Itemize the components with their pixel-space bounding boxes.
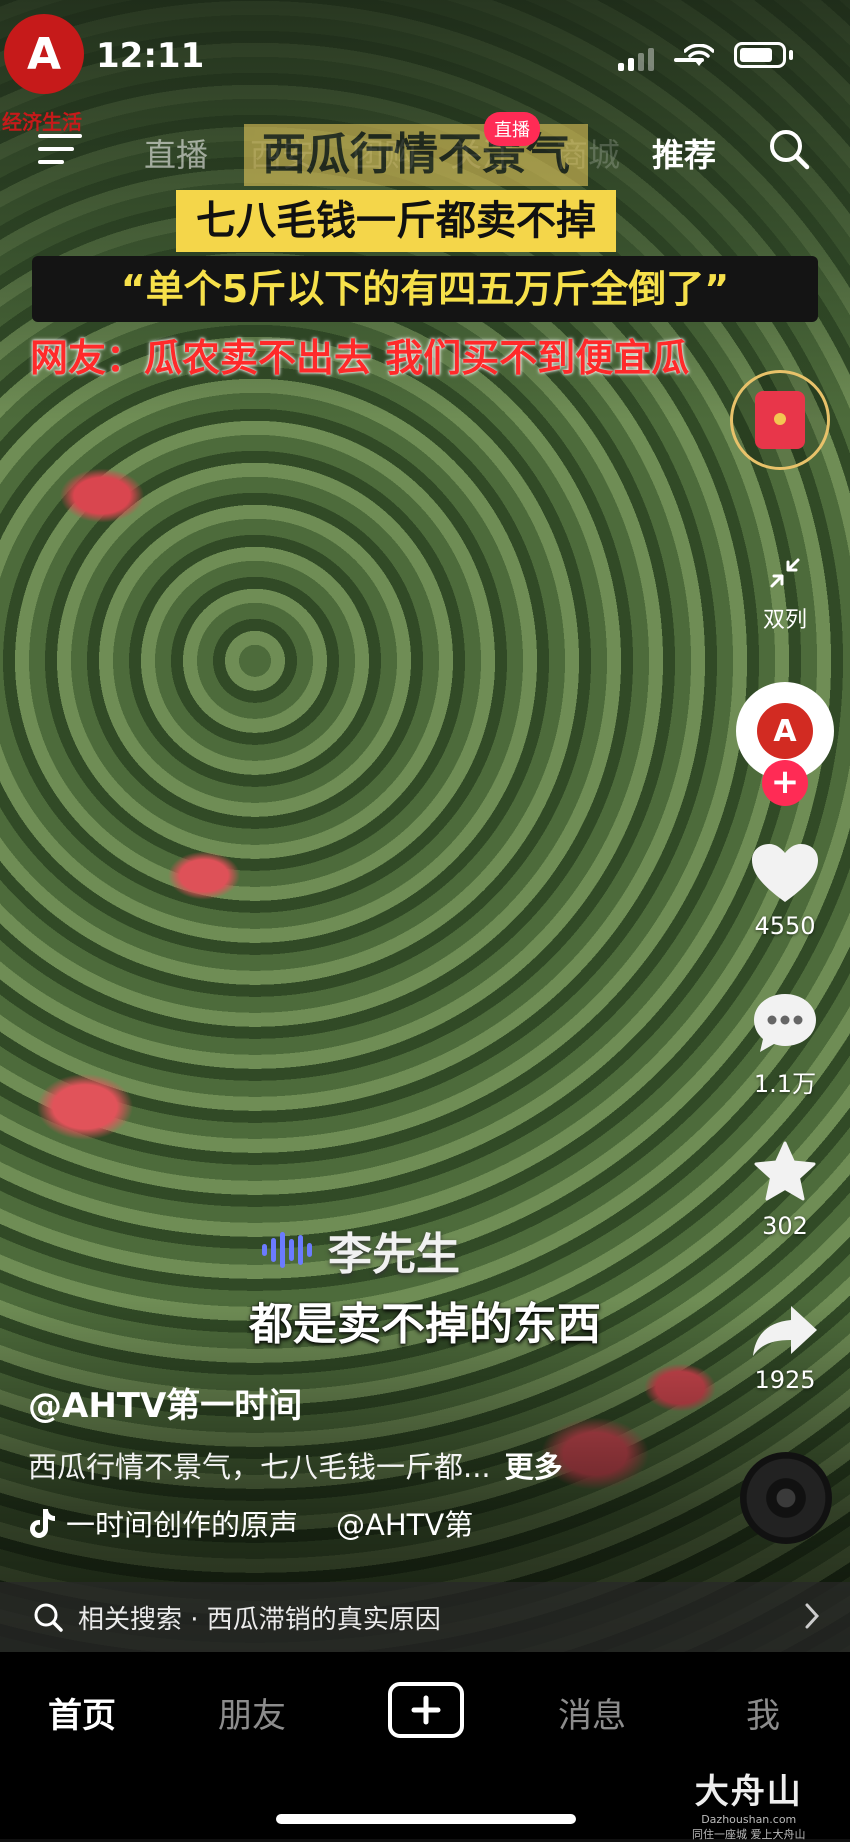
music-line[interactable]: 一时间创作的原声 @AHTV第 <box>28 1502 473 1544</box>
channel-logo-icon: A <box>4 14 84 94</box>
comment-count: 1.1万 <box>753 1070 817 1098</box>
collapse-arrows-icon <box>770 558 800 588</box>
nav-tab-5[interactable]: 推荐 <box>652 130 716 176</box>
speaker-name: 李先生 <box>328 1229 460 1280</box>
dual-column-button[interactable]: 双列 <box>740 554 830 634</box>
related-search-bar[interactable]: 相关搜索 · 西瓜滞销的真实原因 <box>0 1582 850 1652</box>
more-link[interactable]: 更多 <box>505 1450 563 1484</box>
menu-icon[interactable] <box>38 134 82 168</box>
watermark-slogan: 同住一座城 爱上大舟山 <box>692 1828 806 1841</box>
status-bar: A 经济生活 12:11 <box>0 0 850 134</box>
share-count: 1925 <box>754 1366 816 1394</box>
music-title: 一时间创作的原声 <box>66 1508 299 1542</box>
tab-friends[interactable]: 朋友 <box>218 1688 286 1737</box>
cellular-signal-icon <box>618 48 654 71</box>
video-subtitle: 都是卖不掉的东西 <box>249 1299 601 1350</box>
voice-wave-icon <box>262 1232 312 1268</box>
live-badge[interactable]: 直播 <box>484 112 540 146</box>
plus-icon <box>411 1695 441 1725</box>
caption-quote: “单个5斤以下的有四五万斤全倒了” <box>32 256 818 322</box>
like-count: 4550 <box>754 912 816 940</box>
watermark-url: Dazhoushan.com <box>701 1813 797 1826</box>
favorite-button[interactable]: 302 <box>740 1140 830 1240</box>
chevron-right-icon <box>805 1603 820 1629</box>
tab-me[interactable]: 我 <box>746 1688 780 1737</box>
author-logo-icon: A <box>757 703 813 759</box>
home-indicator <box>276 1814 576 1824</box>
follow-button[interactable]: + <box>762 760 808 806</box>
comment-icon <box>754 994 816 1052</box>
create-post-button[interactable] <box>388 1682 464 1738</box>
related-search-text: 相关搜索 · 西瓜滞销的真实原因 <box>78 1604 441 1635</box>
active-tab-indicator <box>674 58 704 62</box>
music-author: @AHTV第 <box>336 1508 474 1542</box>
dual-column-label: 双列 <box>762 608 807 633</box>
tab-messages[interactable]: 消息 <box>558 1688 626 1737</box>
status-time: 12:11 <box>96 36 205 76</box>
search-icon[interactable] <box>768 128 810 170</box>
battery-cap <box>789 50 793 60</box>
author-name[interactable]: @AHTV第一时间 <box>28 1378 302 1427</box>
speaker-tag: 李先生 <box>262 1218 460 1282</box>
tab-home[interactable]: 首页 <box>48 1688 116 1737</box>
tiktok-note-icon <box>30 1509 55 1538</box>
caption-netizen: 网友：瓜农卖不出去 我们买不到便宜瓜 <box>30 336 690 380</box>
video-description[interactable]: 西瓜行情不景气，七八毛钱一斤都... 更多 <box>28 1444 563 1486</box>
heart-icon <box>752 844 818 902</box>
nav-tab-0[interactable]: 直播 <box>144 130 208 176</box>
red-envelope-icon <box>755 391 805 449</box>
star-icon <box>754 1141 816 1201</box>
caption-subtitle: 七八毛钱一斤都卖不掉 <box>176 190 616 252</box>
music-disc-icon[interactable] <box>740 1452 832 1544</box>
search-icon <box>34 1603 63 1632</box>
comment-button[interactable]: 1.1万 <box>740 990 830 1099</box>
watermark: 大舟山 Dazhoushan.com 同住一座城 爱上大舟山 <box>692 1764 806 1842</box>
favorite-count: 302 <box>762 1212 808 1240</box>
wifi-icon <box>684 44 714 66</box>
description-text: 西瓜行情不景气，七八毛钱一斤都... <box>28 1450 491 1484</box>
like-button[interactable]: 4550 <box>740 842 830 940</box>
red-packet-button[interactable] <box>730 370 830 470</box>
watermark-main: 大舟山 <box>694 1772 803 1812</box>
battery-icon <box>734 42 786 68</box>
